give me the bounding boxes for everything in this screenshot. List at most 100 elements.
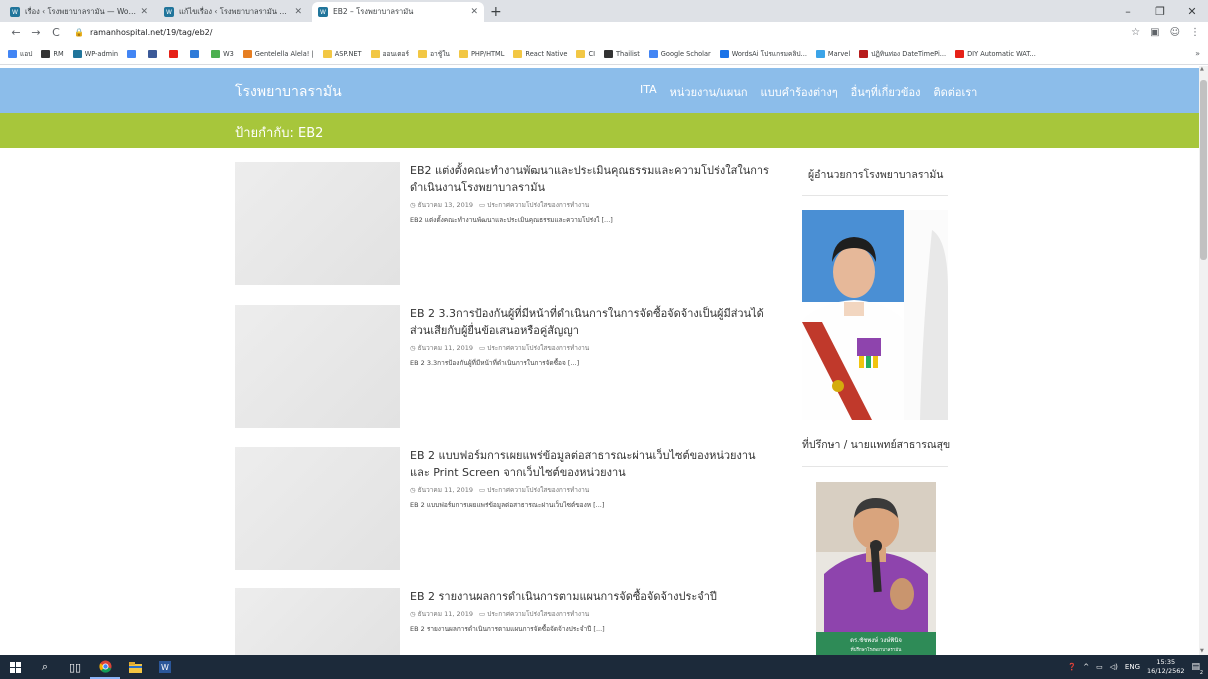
nav-item-forms[interactable]: แบบคำร้องต่างๆ xyxy=(761,83,838,101)
bookmark-item[interactable]: DIY Automatic WAT... xyxy=(955,49,1036,58)
post-date: ◷ ธันวาคม 13, 2019 xyxy=(410,200,473,210)
close-window-button[interactable]: ✕ xyxy=(1176,0,1208,22)
star-icon[interactable]: ☆ xyxy=(1131,27,1140,38)
post-body: EB2 แต่งตั้งคณะทำงานพัฒนาและประเมินคุณธร… xyxy=(410,162,770,225)
chevron-up-icon[interactable]: ^ xyxy=(1083,663,1089,671)
bookmark-icon xyxy=(576,49,586,58)
bookmark-item[interactable]: CI xyxy=(576,49,595,58)
nav-item-related[interactable]: อื่นๆที่เกี่ยวข้อง xyxy=(851,83,921,101)
bookmark-item[interactable]: W3 xyxy=(211,49,234,58)
back-button[interactable]: ← xyxy=(8,26,24,39)
system-tray: ❓ ^ ▭ ◁) ENG 15:35 16/12/2562 ▤ 2 xyxy=(1068,655,1208,679)
new-tab-button[interactable]: + xyxy=(490,2,502,22)
scroll-up-arrow-icon[interactable]: ▲ xyxy=(1200,66,1204,72)
bookmark-item[interactable]: WP-admin xyxy=(72,49,118,58)
bookmark-icon xyxy=(458,49,468,58)
address-bar[interactable]: 🔒 ramanhospital.net/19/tag/eb2/ xyxy=(74,24,1121,41)
search-icon[interactable]: ⌕ xyxy=(30,655,60,679)
site-header: โรงพยาบาลรามัน ITA หน่วยงาน/แผนก แบบคำร้… xyxy=(0,68,1199,113)
extension-icon[interactable]: ▣ xyxy=(1150,27,1159,38)
director-portrait-image xyxy=(802,210,948,420)
notification-icon[interactable]: ▤ 2 xyxy=(1191,662,1203,676)
bookmark-label: RM xyxy=(53,49,64,58)
bookmark-label: W3 xyxy=(223,49,234,58)
nav-item-ita[interactable]: ITA xyxy=(640,83,657,101)
bookmark-item[interactable]: อาชู้ใน xyxy=(418,48,450,59)
post-excerpt: EB 2 3.3การป้องกันผู้ที่มีหน้าที่ดำเนินก… xyxy=(410,359,580,367)
bookmark-item[interactable]: WordsAi โปรแกรมคลิป... xyxy=(719,48,807,59)
bookmark-item[interactable] xyxy=(190,49,202,58)
scroll-down-arrow-icon[interactable]: ▼ xyxy=(1200,648,1204,654)
maximize-button[interactable]: ❐ xyxy=(1144,0,1176,22)
bookmark-item[interactable]: Google Scholar xyxy=(648,49,711,58)
minimize-button[interactable]: – xyxy=(1112,0,1144,22)
browser-tab[interactable]: W เรื่อง ‹ โรงพยาบาลรามัน — WordPress ✕ xyxy=(4,2,154,22)
network-icon[interactable]: ▭ xyxy=(1096,663,1103,671)
advisor-caption-role: ที่ปรึกษาโรงพยาบาลรามัน xyxy=(851,646,902,653)
bookmark-item[interactable]: ปฏิทินท่อง DateTimePi... xyxy=(859,48,946,59)
post-category-text: ประกาศความโปร่งใสของการทำงาน xyxy=(487,201,590,209)
bookmarks-bar: แอป RM WP-admin W3 Gentelella Alela! | ASP.NE… xyxy=(0,43,1208,65)
task-view-icon[interactable]: ▯▯ xyxy=(60,655,90,679)
bookmark-item[interactable]: RM xyxy=(41,49,64,58)
clock[interactable]: 15:35 16/12/2562 xyxy=(1147,658,1184,676)
bookmark-item[interactable]: ออนเตอร์ xyxy=(370,48,410,59)
bookmark-item[interactable] xyxy=(148,49,160,58)
site-title[interactable]: โรงพยาบาลรามัน xyxy=(235,81,342,103)
bookmark-item[interactable]: Gentelella Alela! | xyxy=(242,49,314,58)
chrome-taskbar-icon[interactable] xyxy=(90,655,120,679)
advisor-photo[interactable]: ดร.ชัชพงษ์ วงษ์พินิจ ที่ปรึกษาโรงพยาบาลร… xyxy=(816,482,936,656)
post-category[interactable]: ▭ ประกาศความโปร่งใสของการทำงาน xyxy=(479,343,589,353)
post-category[interactable]: ▭ ประกาศความโปร่งใสของการทำงาน xyxy=(479,200,589,210)
word-icon[interactable]: W xyxy=(150,655,180,679)
file-explorer-icon[interactable] xyxy=(120,655,150,679)
bookmark-item[interactable]: Marvel xyxy=(815,49,850,58)
reload-button[interactable]: C xyxy=(48,26,64,39)
scrollbar-thumb[interactable] xyxy=(1200,80,1207,260)
bookmark-item[interactable]: แอป xyxy=(8,48,32,59)
bookmark-icon xyxy=(859,49,869,58)
bookmark-icon xyxy=(648,49,658,58)
close-tab-icon[interactable]: ✕ xyxy=(470,7,478,17)
browser-tab-active[interactable]: W EB2 – โรงพยาบาลรามัน ✕ xyxy=(312,2,484,22)
bookmarks-overflow-button[interactable]: » xyxy=(1195,49,1200,58)
windows-start-icon[interactable] xyxy=(0,655,30,679)
bookmark-item[interactable] xyxy=(127,49,139,58)
nav-item-departments[interactable]: หน่วยงาน/แผนก xyxy=(670,83,748,101)
language-indicator[interactable]: ENG xyxy=(1125,663,1140,671)
lock-icon: 🔒 xyxy=(74,28,84,37)
post-thumbnail[interactable] xyxy=(235,588,400,655)
menu-icon[interactable]: ⋮ xyxy=(1190,27,1200,38)
post-title[interactable]: EB 2 3.3การป้องกันผู้ที่มีหน้าที่ดำเนินก… xyxy=(410,305,770,339)
post-thumbnail[interactable] xyxy=(235,305,400,428)
close-tab-icon[interactable]: ✕ xyxy=(140,7,148,17)
bookmark-item[interactable]: React Native xyxy=(513,49,567,58)
help-icon[interactable]: ❓ xyxy=(1068,663,1077,671)
volume-icon[interactable]: ◁) xyxy=(1110,663,1118,671)
post-title[interactable]: EB 2 แบบฟอร์มการเผยแพร่ข้อมูลต่อสาธารณะผ… xyxy=(410,447,770,481)
post-category[interactable]: ▭ ประกาศความโปร่งใสของการทำงาน xyxy=(479,485,589,495)
director-photo[interactable] xyxy=(802,210,948,420)
post-meta: ◷ ธันวาคม 11, 2019 ▭ ประกาศความโปร่งใสของก… xyxy=(410,485,770,495)
close-tab-icon[interactable]: ✕ xyxy=(294,7,302,17)
advisor-portrait-image: ดร.ชัชพงษ์ วงษ์พินิจ ที่ปรึกษาโรงพยาบาลร… xyxy=(816,482,936,656)
bookmark-icon xyxy=(513,49,523,58)
post-title[interactable]: EB2 แต่งตั้งคณะทำงานพัฒนาและประเมินคุณธร… xyxy=(410,162,770,196)
post-thumbnail[interactable] xyxy=(235,162,400,285)
bookmark-item[interactable]: ASP.NET xyxy=(322,49,362,58)
bookmark-label: อาชู้ใน xyxy=(430,50,450,58)
profile-icon[interactable]: ☺ xyxy=(1170,27,1180,38)
browser-tab[interactable]: W แก้ไขเรื่อง ‹ โรงพยาบาลรามัน — WordPre… xyxy=(158,2,308,22)
post-thumbnail[interactable] xyxy=(235,447,400,570)
forward-button[interactable]: → xyxy=(28,26,44,39)
tab-title: เรื่อง ‹ โรงพยาบาลรามัน — WordPress xyxy=(25,7,137,16)
bookmark-item[interactable]: Thailist xyxy=(604,49,640,58)
bookmark-item[interactable] xyxy=(169,49,181,58)
clock-date: 16/12/2562 xyxy=(1147,667,1185,675)
post-category[interactable]: ▭ ประกาศความโปร่งใสของการทำงาน xyxy=(479,609,589,619)
bookmark-label: ออนเตอร์ xyxy=(382,50,410,58)
post-title[interactable]: EB 2 รายงานผลการดำเนินการตามแผนการจัดซื้… xyxy=(410,588,770,605)
bookmark-item[interactable]: PHP/HTML xyxy=(458,49,504,58)
nav-item-contact[interactable]: ติดต่อเรา xyxy=(933,83,977,101)
bookmark-icon xyxy=(72,49,82,58)
